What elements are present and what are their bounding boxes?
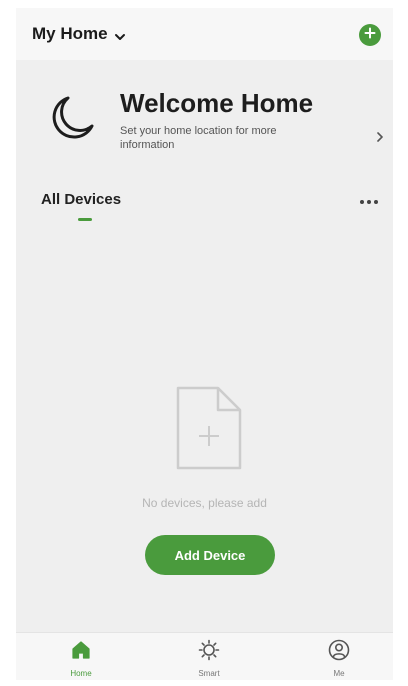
tab-all-devices[interactable]: All Devices bbox=[41, 191, 121, 208]
nav-label-me: Me bbox=[333, 669, 345, 678]
nav-item-home[interactable]: Home bbox=[51, 639, 111, 678]
active-tab-indicator bbox=[78, 218, 92, 221]
more-dots-icon[interactable] bbox=[357, 192, 381, 212]
sun-icon bbox=[198, 639, 220, 666]
bottom-nav: Home Smart Me bbox=[16, 632, 393, 680]
user-icon bbox=[328, 639, 350, 666]
home-selector[interactable]: My Home bbox=[32, 24, 126, 44]
top-header: My Home bbox=[16, 8, 393, 60]
nav-item-smart[interactable]: Smart bbox=[179, 639, 239, 678]
device-tabs: All Devices bbox=[16, 188, 393, 228]
chevron-down-icon bbox=[114, 29, 126, 40]
add-device-button[interactable]: Add Device bbox=[145, 535, 275, 575]
nav-label-home: Home bbox=[70, 669, 92, 678]
welcome-title: Welcome Home bbox=[120, 88, 314, 118]
welcome-subtitle: Set your home location for more informat… bbox=[120, 125, 277, 151]
add-button[interactable] bbox=[359, 24, 381, 46]
home-icon bbox=[70, 639, 92, 666]
moon-icon bbox=[46, 92, 98, 144]
app-screen: My Home Welcome Home Set your home locat… bbox=[16, 8, 393, 680]
empty-state-text: No devices, please add bbox=[142, 496, 267, 510]
nav-label-smart: Smart bbox=[198, 669, 220, 678]
chevron-right-icon[interactable] bbox=[375, 130, 385, 144]
plus-circle-icon bbox=[364, 26, 376, 44]
add-document-icon bbox=[174, 384, 244, 472]
nav-item-me[interactable]: Me bbox=[309, 639, 369, 678]
welcome-card[interactable]: Welcome Home Set your home location for … bbox=[16, 68, 393, 168]
home-title: My Home bbox=[32, 24, 108, 43]
